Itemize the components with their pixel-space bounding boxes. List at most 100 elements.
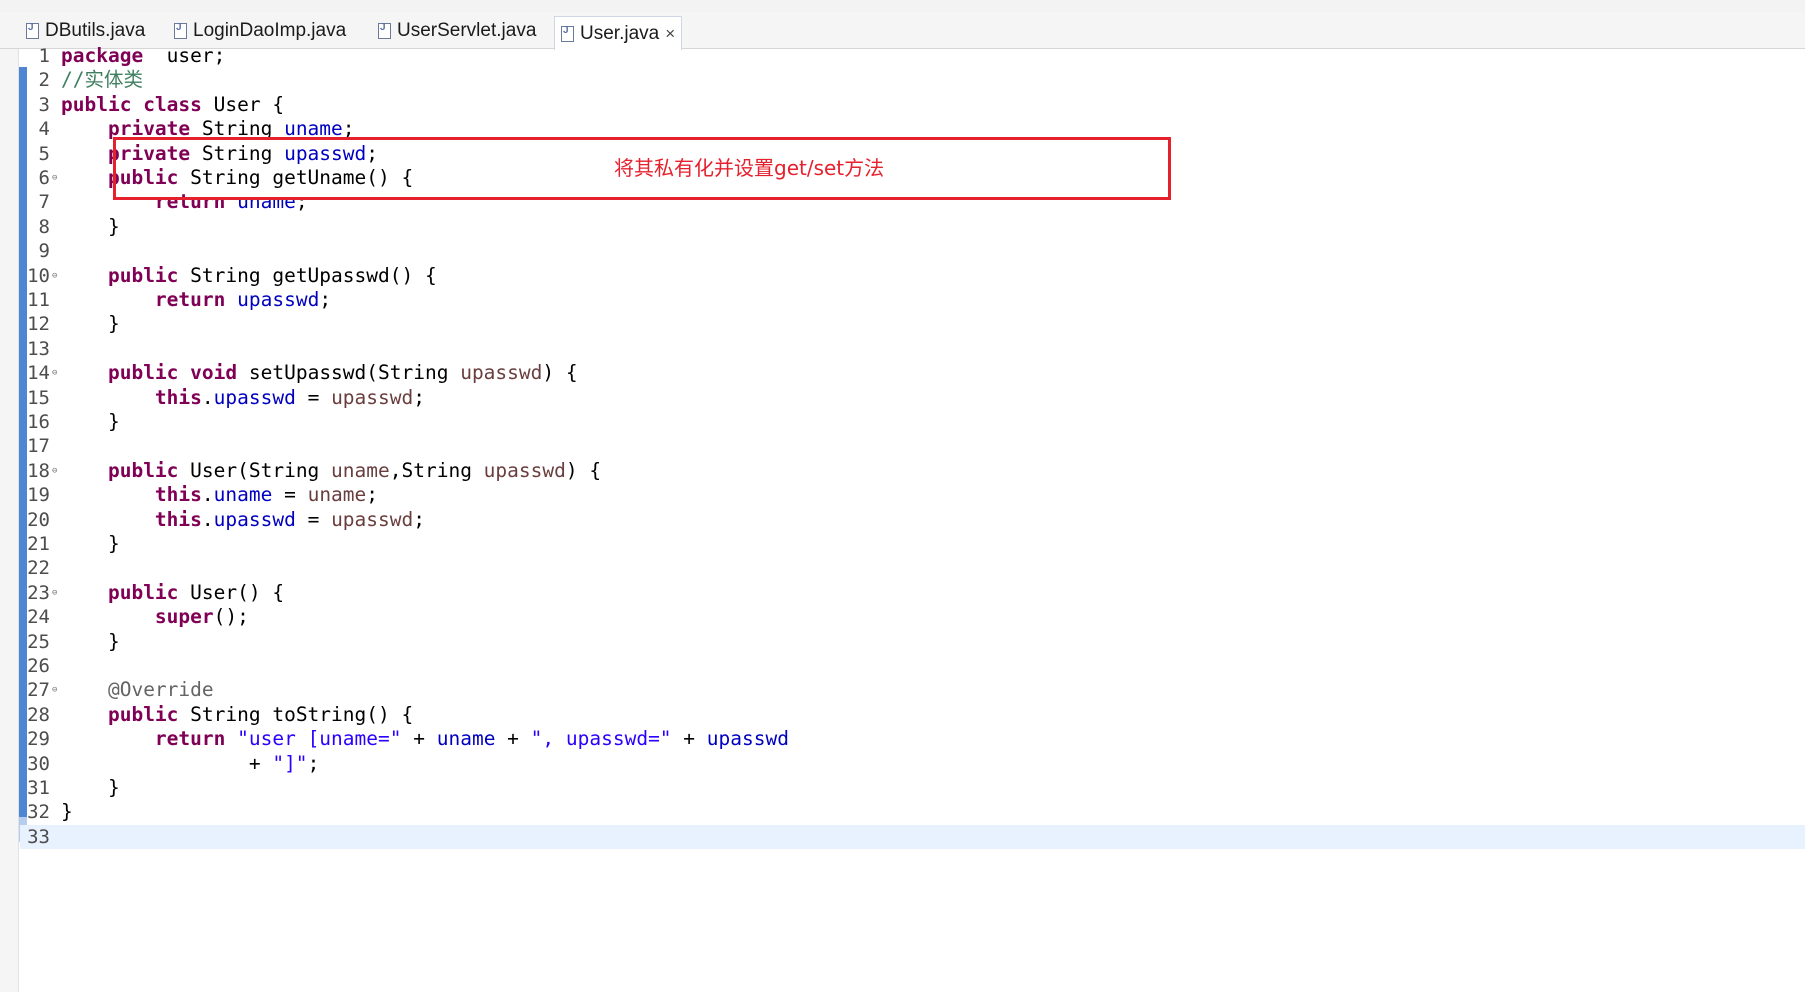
close-icon[interactable]: × xyxy=(665,24,675,44)
fold-collapse-icon[interactable]: ⊖ xyxy=(52,264,57,288)
code-text: //实体类 xyxy=(61,68,143,92)
line-number: 2 xyxy=(38,69,50,92)
code-line[interactable]: 25 } xyxy=(20,630,1805,654)
code-token: setUpasswd(String xyxy=(237,361,461,385)
code-line[interactable]: 22 xyxy=(20,556,1805,580)
code-token: ) { xyxy=(565,458,602,482)
code-line[interactable]: 12 } xyxy=(20,312,1805,336)
code-token: uname xyxy=(213,483,273,507)
code-text: + "]"; xyxy=(61,752,319,776)
code-token: ; xyxy=(307,751,320,775)
code-token: + xyxy=(61,751,273,775)
code-text: } xyxy=(61,776,120,800)
line-number: 31 xyxy=(27,777,50,799)
code-token: @Override xyxy=(107,678,214,702)
code-line[interactable]: 17 xyxy=(20,434,1805,458)
line-number: 11 xyxy=(27,289,50,311)
code-line[interactable]: 24 super(); xyxy=(20,605,1805,629)
code-text: public void setUpasswd(String upasswd) { xyxy=(61,361,578,385)
annotation-callout-text: 将其私有化并设置get/set方法 xyxy=(614,156,885,180)
line-number: 17 xyxy=(27,435,50,458)
fold-collapse-icon[interactable]: ⊖ xyxy=(52,678,57,702)
code-line[interactable]: 1 package user; xyxy=(20,44,1805,68)
code-token: } xyxy=(61,312,120,336)
line-number: 33 xyxy=(27,825,50,848)
code-line[interactable]: 28 public String toString() { xyxy=(20,703,1805,727)
code-token: public xyxy=(107,580,179,604)
code-token: ) { xyxy=(542,361,578,385)
code-line[interactable]: 10 ⊖ public String getUpasswd() { xyxy=(20,264,1805,288)
code-line[interactable]: 29 return "user [uname=" + uname + ", up… xyxy=(20,727,1805,751)
line-number: 28 xyxy=(27,703,50,726)
code-token: upasswd xyxy=(331,507,414,531)
code-token: ; xyxy=(366,483,379,507)
line-number: 8 xyxy=(38,215,50,238)
line-number: 24 xyxy=(27,606,50,629)
code-line[interactable]: 13 xyxy=(20,337,1805,361)
line-number: 15 xyxy=(27,386,50,409)
code-token: uname xyxy=(331,458,390,482)
code-line[interactable]: 8 } xyxy=(20,215,1805,239)
fold-collapse-icon[interactable]: ⊖ xyxy=(52,361,57,385)
line-number: 23 xyxy=(27,581,50,604)
line-number: 22 xyxy=(27,557,50,580)
code-line[interactable]: 11 return upasswd; xyxy=(20,288,1805,312)
fold-collapse-icon[interactable]: ⊖ xyxy=(52,459,57,483)
code-line[interactable]: 30 + "]"; xyxy=(20,752,1805,776)
fold-collapse-icon[interactable]: ⊖ xyxy=(52,166,57,190)
code-line[interactable]: 31 } xyxy=(20,776,1805,800)
code-token: User { xyxy=(201,92,285,116)
code-token: (); xyxy=(213,605,249,629)
fold-collapse-icon[interactable]: ⊖ xyxy=(52,581,57,605)
code-line[interactable]: 26 xyxy=(20,654,1805,678)
code-text: public String toString() { xyxy=(61,703,413,727)
code-token: super xyxy=(154,605,214,629)
code-line[interactable]: 21 } xyxy=(20,532,1805,556)
tab-userservlet[interactable]: UserServlet.java xyxy=(378,14,536,48)
line-number: 20 xyxy=(27,508,50,531)
code-token: User(String xyxy=(178,458,332,482)
code-token: "]" xyxy=(272,751,308,775)
code-line[interactable]: 14 ⊖ public void setUpasswd(String upassw… xyxy=(20,361,1805,385)
code-token: upasswd xyxy=(213,385,296,409)
code-token: } xyxy=(61,410,120,433)
line-number: 3 xyxy=(38,93,50,116)
code-token: upasswd xyxy=(331,385,414,409)
code-token: return xyxy=(154,288,226,311)
code-line[interactable]: 15 this.upasswd = upasswd; xyxy=(20,386,1805,410)
code-token: ; xyxy=(413,385,425,409)
code-line[interactable]: 18 ⊖ public User(String uname,String upas… xyxy=(20,459,1805,483)
code-token: = xyxy=(295,385,332,409)
code-line[interactable]: 33 xyxy=(20,824,1805,850)
code-token: } xyxy=(61,776,120,799)
code-text: } xyxy=(61,800,73,824)
line-number: 21 xyxy=(27,533,50,555)
tab-dbutils[interactable]: DButils.java xyxy=(26,14,145,48)
code-line[interactable]: 3 public class User { xyxy=(20,93,1805,117)
code-line[interactable]: 23 ⊖ public User() { xyxy=(20,581,1805,605)
code-token: this xyxy=(154,483,202,507)
code-token: "user [uname=" xyxy=(237,727,402,751)
line-number: 7 xyxy=(38,191,50,214)
line-number: 4 xyxy=(38,118,50,141)
line-number: 25 xyxy=(27,630,50,653)
code-line[interactable]: 2 //实体类 xyxy=(20,68,1805,92)
code-line[interactable]: 9 xyxy=(20,239,1805,263)
tab-logindaoimp[interactable]: LoginDaoImp.java xyxy=(174,14,346,48)
code-token: //实体类 xyxy=(61,68,143,92)
code-line[interactable]: 19 this.uname = uname; xyxy=(20,483,1805,507)
java-file-icon xyxy=(378,22,391,39)
code-line[interactable]: 32} xyxy=(20,800,1805,824)
line-number: 5 xyxy=(38,142,50,165)
line-number: 9 xyxy=(38,240,50,263)
line-number: 26 xyxy=(27,655,50,677)
code-line[interactable]: 27 ⊖ @Override xyxy=(20,678,1805,702)
code-line[interactable]: 16 } xyxy=(20,410,1805,434)
code-line[interactable]: 20 this.upasswd = upasswd; xyxy=(20,508,1805,532)
tab-label: LoginDaoImp.java xyxy=(193,20,347,41)
